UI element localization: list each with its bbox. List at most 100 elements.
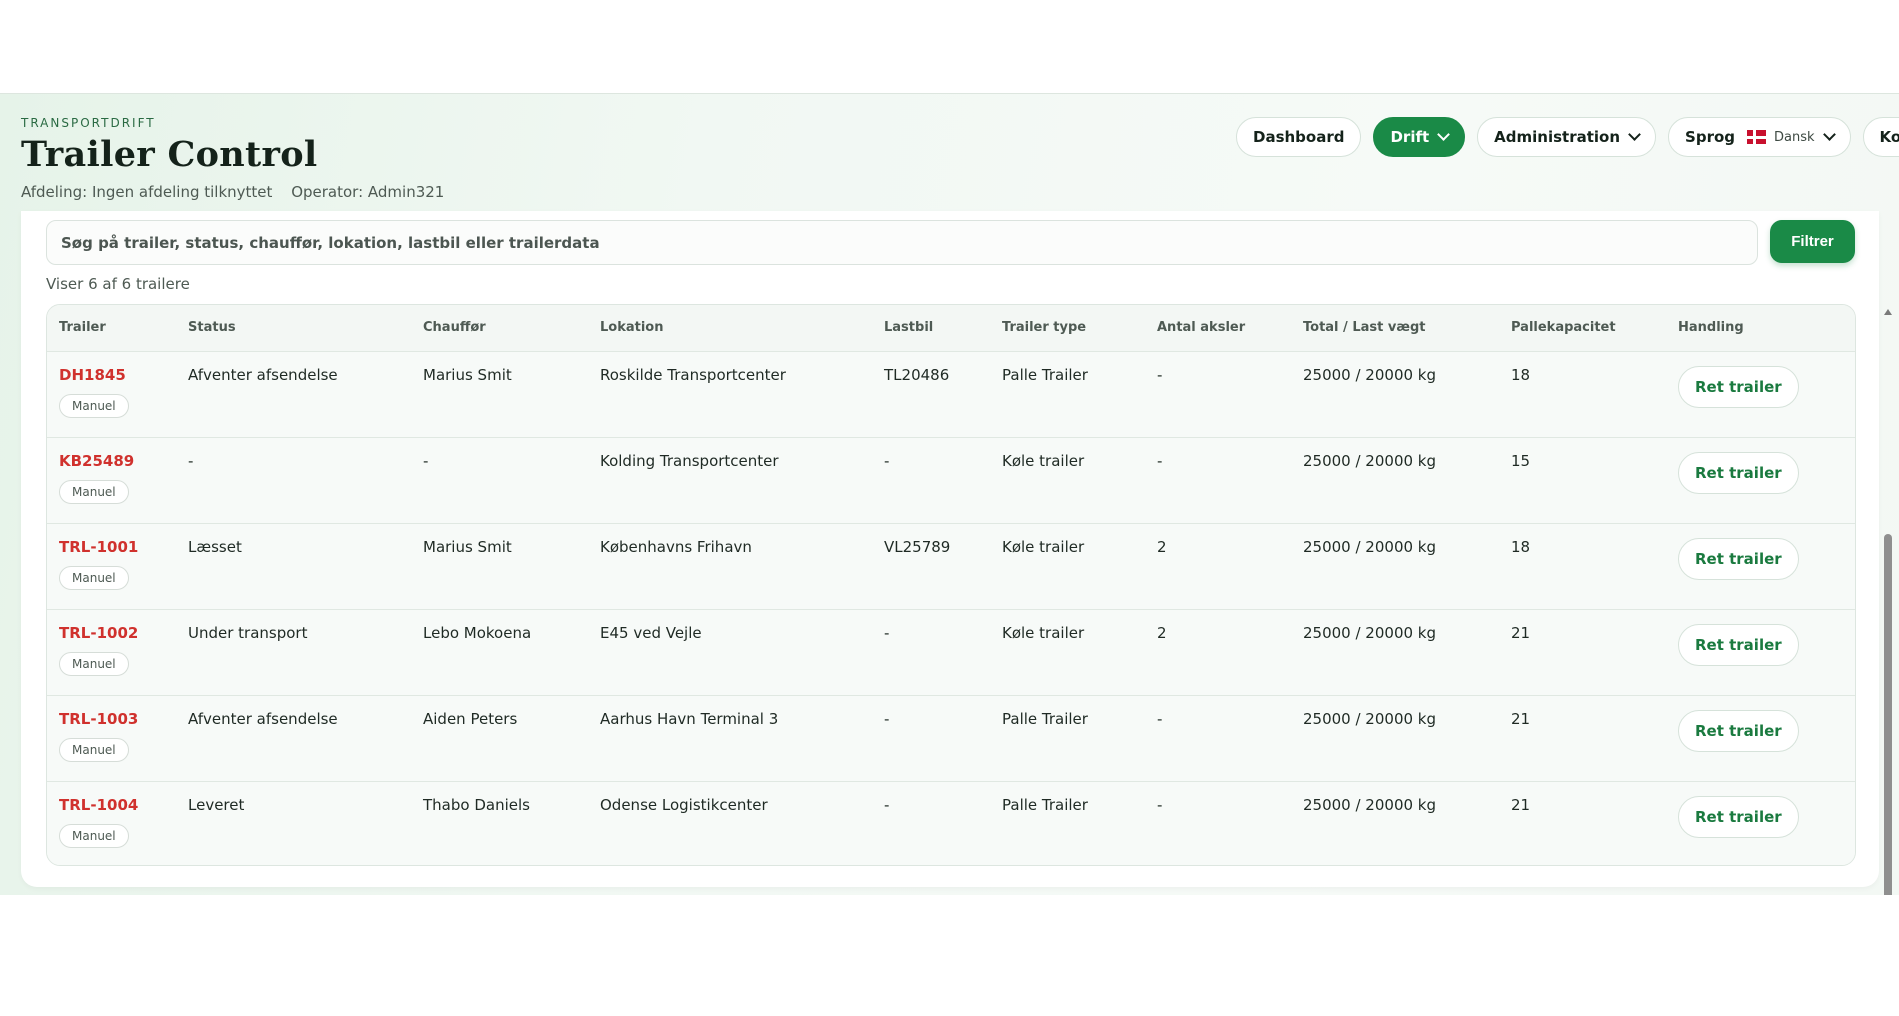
section-eyebrow: TRANSPORTDRIFT <box>21 116 156 130</box>
pallets-cell: 15 <box>1511 451 1531 470</box>
manual-tag: Manuel <box>59 479 129 504</box>
search-input[interactable] <box>61 233 1757 252</box>
nav-dashboard-button[interactable]: Dashboard <box>1236 117 1362 157</box>
type-cell: Palle Trailer <box>1002 709 1088 728</box>
type-cell: Palle Trailer <box>1002 795 1088 814</box>
manual-tag: Manuel <box>59 651 129 676</box>
driver-cell: Marius Smit <box>423 365 512 384</box>
location-cell: Aarhus Havn Terminal 3 <box>600 709 779 728</box>
trailer-id-link[interactable]: TRL-1004 <box>59 796 176 814</box>
page-title: Trailer Control <box>21 134 318 175</box>
type-cell: Køle trailer <box>1002 623 1085 642</box>
location-cell: Odense Logistikcenter <box>600 795 768 814</box>
truck-cell: - <box>884 795 890 814</box>
col-header-type: Trailer type <box>990 305 1145 352</box>
col-header-action: Handling <box>1666 305 1855 352</box>
edit-trailer-button[interactable]: Ret trailer <box>1678 451 1799 494</box>
chevron-down-icon <box>1822 128 1836 141</box>
location-cell: E45 ved Vejle <box>600 623 702 642</box>
type-cell: Køle trailer <box>1002 451 1085 470</box>
table-row: TRL-1003 Manuel Afventer afsendelse Aiden… <box>47 695 1855 781</box>
edit-trailer-button[interactable]: Ret trailer <box>1678 709 1799 752</box>
edit-trailer-button[interactable]: Ret trailer <box>1678 795 1799 838</box>
nav-account-label: Konto <box>1879 128 1899 146</box>
nav-administration-label: Administration <box>1494 128 1621 146</box>
axles-cell: - <box>1157 795 1163 814</box>
table-row: TRL-1004 Manuel Leveret Thabo Daniels Ode… <box>47 781 1855 865</box>
trailer-id-link[interactable]: DH1845 <box>59 366 176 384</box>
col-header-axles: Antal aksler <box>1145 305 1291 352</box>
manual-tag: Manuel <box>59 823 129 848</box>
nav-drift-label: Drift <box>1390 128 1430 146</box>
filter-button[interactable]: Filtrer <box>1770 220 1855 263</box>
nav-language-label: Sprog <box>1685 128 1736 146</box>
pallets-cell: 18 <box>1511 365 1531 384</box>
trailer-id-link[interactable]: TRL-1002 <box>59 624 176 642</box>
search-box <box>46 220 1758 265</box>
edit-trailer-button[interactable]: Ret trailer <box>1678 365 1799 408</box>
danish-flag-icon <box>1747 130 1767 144</box>
edit-trailer-button[interactable]: Ret trailer <box>1678 623 1799 666</box>
trailer-id-link[interactable]: TRL-1001 <box>59 538 176 556</box>
nav-drift-button[interactable]: Drift <box>1373 117 1466 157</box>
status-cell: Afventer afsendelse <box>188 709 338 728</box>
manual-tag: Manuel <box>59 565 129 590</box>
trailer-table: Trailer Status Chauffør Lokation Lastbil… <box>47 305 1855 865</box>
pallets-cell: 21 <box>1511 709 1531 728</box>
weight-cell: 25000 / 20000 kg <box>1303 537 1437 556</box>
operator-text: Operator: Admin321 <box>291 183 445 201</box>
scroll-up-icon[interactable] <box>1884 309 1892 315</box>
weight-cell: 25000 / 20000 kg <box>1303 623 1437 642</box>
page-scrollbar[interactable] <box>1881 214 1895 895</box>
table-header-row: Trailer Status Chauffør Lokation Lastbil… <box>47 305 1855 352</box>
truck-cell: TL20486 <box>884 365 950 384</box>
location-cell: Roskilde Transportcenter <box>600 365 786 384</box>
col-header-status: Status <box>176 305 411 352</box>
axles-cell: 2 <box>1157 623 1167 642</box>
pallets-cell: 21 <box>1511 623 1531 642</box>
truck-cell: - <box>884 623 890 642</box>
page-header: TRANSPORTDRIFT Trailer Control Afdeling:… <box>21 116 444 201</box>
truck-cell: - <box>884 451 890 470</box>
trailer-id-link[interactable]: KB25489 <box>59 452 176 470</box>
col-header-location: Lokation <box>588 305 872 352</box>
col-header-trailer: Trailer <box>47 305 176 352</box>
trailer-panel: Filtrer Viser 6 af 6 trailere Trailer St… <box>21 211 1879 887</box>
weight-cell: 25000 / 20000 kg <box>1303 365 1437 384</box>
weight-cell: 25000 / 20000 kg <box>1303 709 1437 728</box>
col-header-pallets: Pallekapacitet <box>1499 305 1666 352</box>
location-cell: Københavns Frihavn <box>600 537 752 556</box>
result-count: Viser 6 af 6 trailere <box>46 275 190 293</box>
edit-trailer-button[interactable]: Ret trailer <box>1678 537 1799 580</box>
nav-language-button[interactable]: Sprog Dansk <box>1668 117 1851 157</box>
table-row: KB25489 Manuel - - Kolding Transportcente… <box>47 437 1855 523</box>
status-cell: Afventer afsendelse <box>188 365 338 384</box>
top-nav: Dashboard Drift Administration Sprog Dan… <box>1236 117 1899 157</box>
location-cell: Kolding Transportcenter <box>600 451 779 470</box>
weight-cell: 25000 / 20000 kg <box>1303 795 1437 814</box>
driver-cell: Thabo Daniels <box>423 795 530 814</box>
table-row: DH1845 Manuel Afventer afsendelse Marius … <box>47 351 1855 437</box>
driver-cell: Lebo Mokoena <box>423 623 532 642</box>
type-cell: Køle trailer <box>1002 537 1085 556</box>
scrollbar-thumb[interactable] <box>1884 534 1892 895</box>
nav-administration-button[interactable]: Administration <box>1477 117 1657 157</box>
driver-cell: Marius Smit <box>423 537 512 556</box>
page-meta: Afdeling: Ingen afdeling tilknyttet Oper… <box>21 183 444 201</box>
nav-account-button[interactable]: Konto <box>1862 117 1899 157</box>
manual-tag: Manuel <box>59 393 129 418</box>
trailer-id-link[interactable]: TRL-1003 <box>59 710 176 728</box>
status-cell: Læsset <box>188 537 242 556</box>
status-cell: Leveret <box>188 795 245 814</box>
type-cell: Palle Trailer <box>1002 365 1088 384</box>
pallets-cell: 21 <box>1511 795 1531 814</box>
manual-tag: Manuel <box>59 737 129 762</box>
pallets-cell: 18 <box>1511 537 1531 556</box>
department-text: Afdeling: Ingen afdeling tilknyttet <box>21 183 273 201</box>
table-row: TRL-1001 Manuel Læsset Marius Smit Københ… <box>47 523 1855 609</box>
nav-language-value: Dansk <box>1774 129 1815 145</box>
axles-cell: - <box>1157 709 1163 728</box>
axles-cell: 2 <box>1157 537 1167 556</box>
axles-cell: - <box>1157 365 1163 384</box>
chevron-down-icon <box>1437 128 1451 141</box>
